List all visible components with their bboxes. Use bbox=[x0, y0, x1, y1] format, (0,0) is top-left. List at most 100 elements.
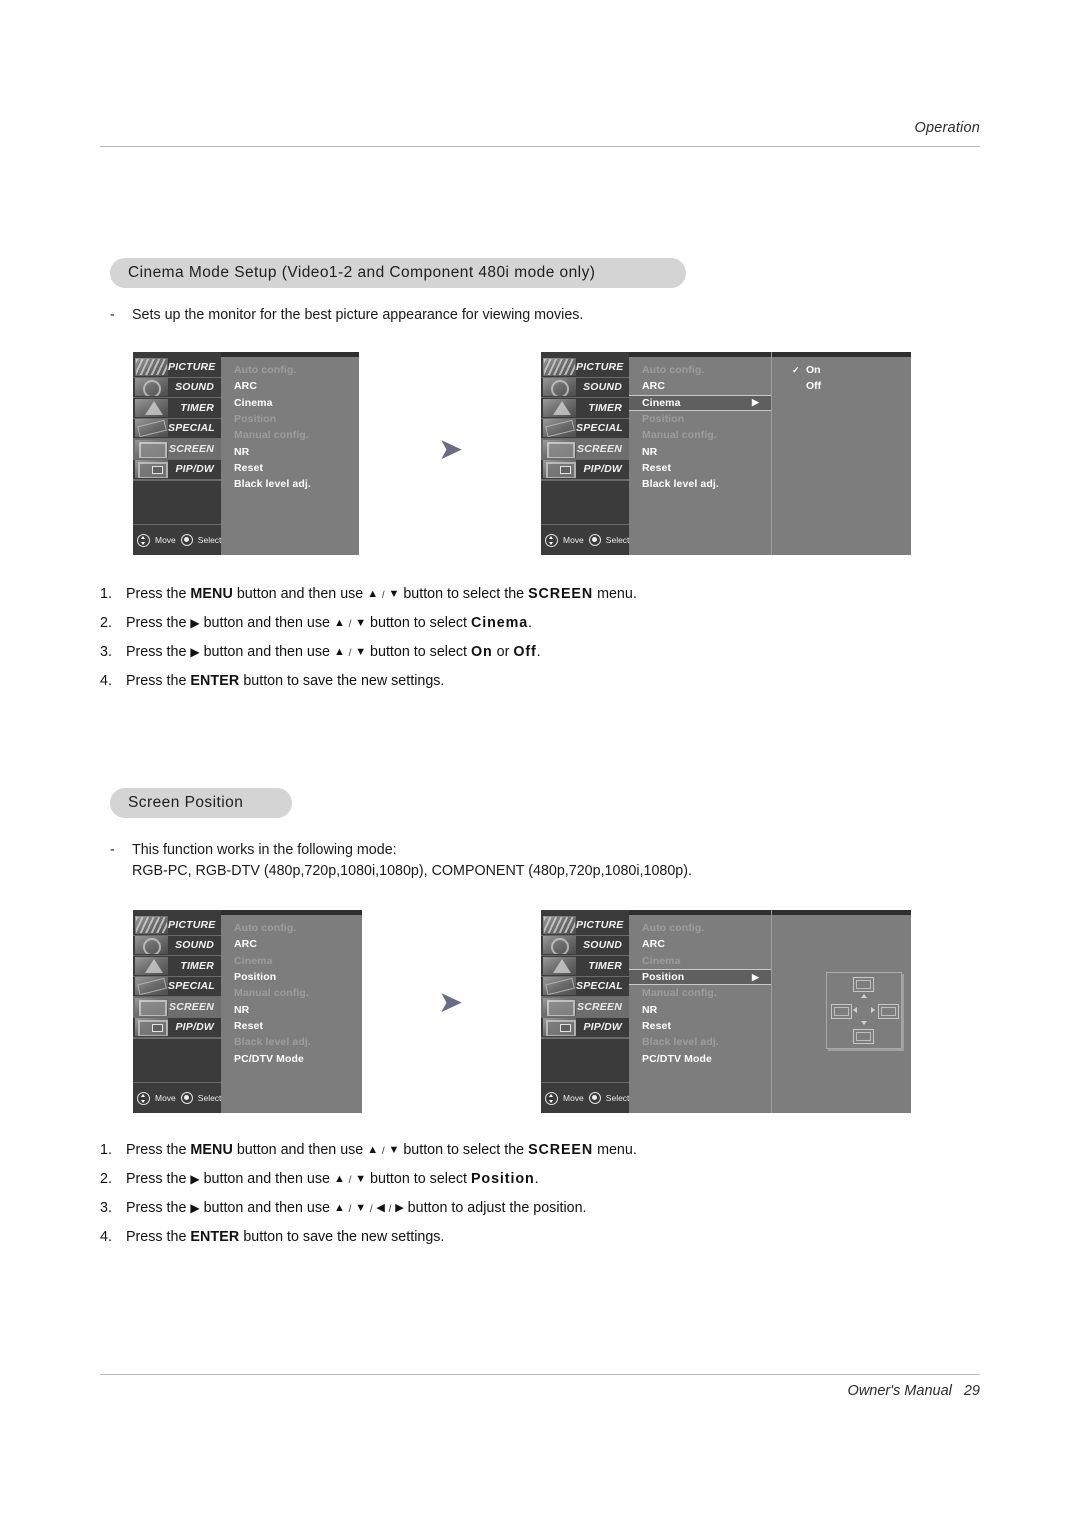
osd-option-nr[interactable]: NR bbox=[221, 1001, 362, 1017]
step-text-fragment: Press the bbox=[126, 1171, 191, 1187]
osd-rail-item-special[interactable]: SPECIAL bbox=[541, 977, 629, 997]
osd-rail-item-pip-dw[interactable]: PIP/DW bbox=[133, 1018, 221, 1038]
osd-option-label: PC/DTV Mode bbox=[234, 1052, 304, 1065]
osd-category-rail[interactable]: PICTURE SOUND TIMER SPECIAL SCREEN PIP/DW Move… bbox=[541, 352, 629, 555]
osd-sub-panel-onoff[interactable]: ✓ On Off bbox=[771, 352, 911, 555]
osd-rail-item-timer[interactable]: TIMER bbox=[541, 398, 629, 419]
osd-rail-item-special[interactable]: SPECIAL bbox=[133, 977, 221, 997]
osd-rail-item-pip-dw[interactable]: PIP/DW bbox=[541, 460, 629, 480]
osd-option-arrow-icon: ▶ bbox=[751, 971, 759, 982]
osd-option-auto-config[interactable]: Auto config. bbox=[221, 920, 362, 936]
osd-category-rail[interactable]: PICTURE SOUND TIMER SPECIAL SCREEN PIP/DW Move… bbox=[541, 910, 629, 1113]
osd-option-list[interactable]: Auto config. ARC Cinema ▶ Position Manual con… bbox=[629, 352, 771, 555]
osd-option-reset[interactable]: Reset bbox=[221, 460, 359, 476]
osd-sub-panel-position-adjust[interactable] bbox=[771, 910, 911, 1113]
osd-rail-item-pip-dw[interactable]: PIP/DW bbox=[133, 460, 221, 480]
position-up-screen-icon bbox=[853, 977, 874, 992]
step-text-fragment: / bbox=[345, 1204, 355, 1215]
osd-rail-item-screen[interactable]: SCREEN bbox=[133, 439, 221, 460]
osd-option-reset[interactable]: Reset bbox=[221, 1018, 362, 1034]
dpad-icon bbox=[137, 1091, 150, 1105]
osd-option-black-level-adj[interactable]: Black level adj. bbox=[629, 1034, 771, 1050]
osd-option-arc[interactable]: ARC bbox=[629, 936, 771, 952]
osd-rail-item-screen[interactable]: SCREEN bbox=[133, 997, 221, 1018]
osd-option-position[interactable]: Position bbox=[221, 411, 359, 427]
osd-option-cinema[interactable]: Cinema ▶ bbox=[629, 394, 771, 411]
osd-rail-item-sound[interactable]: SOUND bbox=[541, 378, 629, 398]
osd-rail-item-sound[interactable]: SOUND bbox=[133, 936, 221, 956]
osd-rail-item-special[interactable]: SPECIAL bbox=[541, 419, 629, 439]
osd-option-position[interactable]: Position bbox=[629, 411, 771, 427]
osd-option-nr[interactable]: NR bbox=[629, 1001, 771, 1017]
osd-option-arc[interactable]: ARC bbox=[221, 936, 362, 952]
osd-option-manual-config[interactable]: Manual config. bbox=[629, 427, 771, 443]
osd-option-list[interactable]: Auto config. ARC Cinema Position Manual conf… bbox=[221, 352, 359, 555]
step-text-fragment: Press the bbox=[126, 1229, 191, 1245]
osd-rail-item-label: PIP/DW bbox=[583, 463, 622, 476]
osd-rail-item-special[interactable]: SPECIAL bbox=[133, 419, 221, 439]
osd-option-reset[interactable]: Reset bbox=[629, 1018, 771, 1034]
osd-option-cinema[interactable]: Cinema bbox=[629, 953, 771, 969]
osd-option-label: Auto config. bbox=[642, 364, 705, 377]
osd-option-auto-config[interactable]: Auto config. bbox=[221, 362, 359, 378]
osd-rail-item-timer[interactable]: TIMER bbox=[541, 956, 629, 977]
osd-option-black-level-adj[interactable]: Black level adj. bbox=[221, 1034, 362, 1050]
direction-arrow-icon: ▶ bbox=[190, 616, 200, 630]
osd-option-position[interactable]: Position ▶ bbox=[629, 968, 771, 986]
osd-option-reset[interactable]: Reset bbox=[629, 460, 771, 476]
osd-rail-item-timer[interactable]: TIMER bbox=[133, 398, 221, 419]
osd-rail-item-label: SPECIAL bbox=[576, 422, 623, 435]
osd-rail-item-picture[interactable]: PICTURE bbox=[541, 915, 629, 936]
osd-option-manual-config[interactable]: Manual config. bbox=[221, 427, 359, 443]
osd-submenu-option-on[interactable]: ✓ On bbox=[772, 362, 911, 378]
osd-rail-item-label: PICTURE bbox=[576, 360, 624, 373]
step-text-fragment: MENU bbox=[190, 1142, 233, 1158]
osd-category-rail[interactable]: PICTURE SOUND TIMER SPECIAL SCREEN PIP/DW Move… bbox=[133, 910, 221, 1113]
osd-option-label: Auto config. bbox=[234, 922, 297, 935]
osd-option-arrow-icon: ▶ bbox=[751, 397, 759, 408]
osd-option-label: Reset bbox=[234, 1019, 264, 1032]
osd-rail-item-sound[interactable]: SOUND bbox=[541, 936, 629, 956]
osd-option-arc[interactable]: ARC bbox=[629, 378, 771, 394]
osd-option-auto-config[interactable]: Auto config. bbox=[629, 362, 771, 378]
osd-option-list[interactable]: Auto config. ARC Cinema Position ▶ Manual con… bbox=[629, 910, 771, 1113]
osd-submenu-option-off[interactable]: Off bbox=[772, 378, 911, 394]
osd-rail-item-screen[interactable]: SCREEN bbox=[541, 997, 629, 1018]
osd-option-cinema[interactable]: Cinema bbox=[221, 953, 362, 969]
osd-option-pc-dtv-mode[interactable]: PC/DTV Mode bbox=[629, 1050, 771, 1066]
osd-option-label: Cinema bbox=[234, 396, 273, 409]
osd-option-pc-dtv-mode[interactable]: PC/DTV Mode bbox=[221, 1050, 362, 1066]
osd-option-black-level-adj[interactable]: Black level adj. bbox=[221, 476, 359, 492]
osd-option-arc[interactable]: ARC bbox=[221, 378, 359, 394]
osd-rail-item-sound[interactable]: SOUND bbox=[133, 378, 221, 398]
direction-arrow-icon: ▲ bbox=[333, 646, 345, 658]
osd-option-nr[interactable]: NR bbox=[221, 443, 359, 459]
osd-rail-spacer bbox=[133, 1038, 221, 1082]
osd-option-auto-config[interactable]: Auto config. bbox=[629, 920, 771, 936]
osd-option-manual-config[interactable]: Manual config. bbox=[221, 985, 362, 1001]
osd-option-black-level-adj[interactable]: Black level adj. bbox=[629, 476, 771, 492]
osd-option-label: Black level adj. bbox=[642, 1036, 719, 1049]
osd-option-cinema[interactable]: Cinema bbox=[221, 395, 359, 411]
step-text-fragment: . bbox=[528, 615, 533, 631]
osd-option-position[interactable]: Position bbox=[221, 969, 362, 985]
osd-option-label: NR bbox=[642, 445, 658, 458]
osd-option-list[interactable]: Auto config. ARC Cinema Position Manual conf… bbox=[221, 910, 362, 1113]
osd-rail-item-label: TIMER bbox=[588, 401, 622, 414]
film-strip-icon bbox=[135, 357, 168, 376]
step-text-fragment: / bbox=[379, 1146, 388, 1157]
osd-option-manual-config[interactable]: Manual config. bbox=[629, 985, 771, 1001]
osd-rail-item-picture[interactable]: PICTURE bbox=[133, 357, 221, 378]
osd-rail-item-timer[interactable]: TIMER bbox=[133, 956, 221, 977]
step-number: 1. bbox=[100, 586, 112, 602]
osd-rail-item-picture[interactable]: PICTURE bbox=[541, 357, 629, 378]
osd-rail-item-screen[interactable]: SCREEN bbox=[541, 439, 629, 460]
step-text-fragment: button to adjust the position. bbox=[403, 1200, 587, 1216]
osd-rail-item-pip-dw[interactable]: PIP/DW bbox=[541, 1018, 629, 1038]
osd-rail-item-picture[interactable]: PICTURE bbox=[133, 915, 221, 936]
osd-submenu-option-label: Off bbox=[806, 380, 822, 393]
instruction-step: 1. Press the MENU button and then use ▲ /… bbox=[100, 1141, 940, 1161]
direction-arrow-icon: ▼ bbox=[388, 1144, 400, 1156]
osd-category-rail[interactable]: PICTURE SOUND TIMER SPECIAL SCREEN PIP/DW Move… bbox=[133, 352, 221, 555]
osd-option-nr[interactable]: NR bbox=[629, 443, 771, 459]
